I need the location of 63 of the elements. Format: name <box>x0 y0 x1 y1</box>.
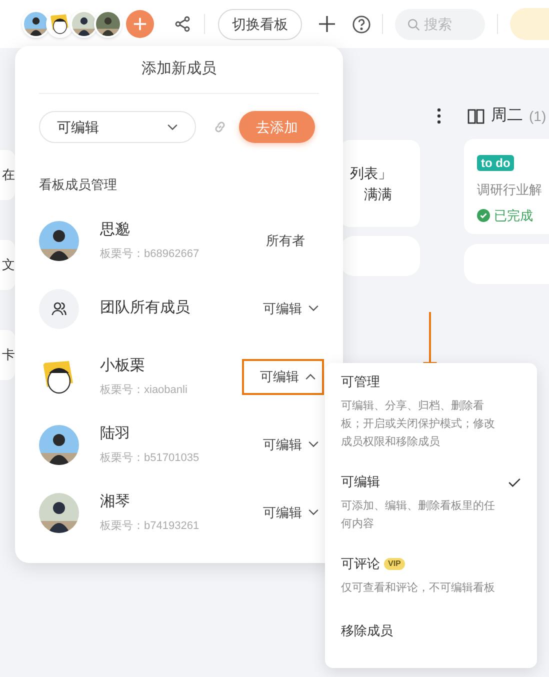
card-text: 文 <box>2 256 15 274</box>
chevron-down-icon <box>308 305 319 312</box>
card-text: 列表」 <box>350 164 392 182</box>
help-icon <box>352 14 371 34</box>
vip-badge: VIP <box>384 558 405 570</box>
card[interactable]: 列表」 满满 <box>340 140 420 227</box>
add-button[interactable] <box>318 15 336 33</box>
member-name: 思邈 <box>100 220 131 240</box>
card[interactable]: 在 <box>0 150 15 200</box>
popover-title: 添加新成员 <box>142 59 216 80</box>
role-text: 所有者 <box>266 232 305 250</box>
member-id: 板栗号：xiaobanli <box>100 383 188 398</box>
role-option[interactable]: 可评论 VIP 仅可查看和评论，不可编辑看板 <box>341 553 521 617</box>
card-text: 卡 <box>2 346 15 364</box>
chevron-down-icon <box>308 509 319 516</box>
add-member-button[interactable] <box>126 10 154 38</box>
option-description: 可编辑、分享、归档、删除看板；开启或关闭保护模式；修改成员权限和移除成员 <box>341 398 496 450</box>
plus-icon <box>318 15 336 33</box>
share-button[interactable] <box>174 15 192 33</box>
search-field[interactable]: 搜索 <box>394 8 485 40</box>
tag: to do <box>477 155 514 171</box>
option-label: 可管理 <box>341 373 380 392</box>
check-icon <box>508 478 521 486</box>
more-icon[interactable] <box>437 108 441 124</box>
status-text: 已完成 <box>494 206 533 224</box>
search-icon <box>406 18 420 30</box>
card[interactable]: to do 调研行业解 已完成 <box>464 139 549 234</box>
role-dropdown[interactable]: 可编辑 <box>263 494 319 530</box>
section-label: 看板成员管理 <box>39 176 118 194</box>
member-id: 板栗号：b68962667 <box>100 247 200 262</box>
role-dropdown[interactable]: 可编辑 <box>263 290 319 326</box>
card-text: 在 <box>2 166 15 184</box>
option-label: 可编辑 <box>341 473 380 492</box>
permission-select[interactable]: 可编辑 <box>39 111 196 143</box>
remove-member-button[interactable]: 移除成员 <box>341 617 521 645</box>
option-description: 可添加、编辑、删除看板里的任何内容 <box>341 499 496 532</box>
people-icon <box>50 300 68 318</box>
option-description: 仅可查看和评论，不可编辑看板 <box>341 581 496 596</box>
plus-icon <box>133 17 147 31</box>
card-text: 调研行业解 <box>477 181 543 199</box>
member-id: 板栗号：b51701035 <box>100 451 200 466</box>
role-dropdown[interactable]: 可编辑 <box>263 426 319 462</box>
member-name: 陆羽 <box>100 424 131 444</box>
chevron-down-icon <box>308 441 319 448</box>
chevron-down-icon <box>167 124 178 130</box>
card[interactable]: 卡 <box>0 330 15 380</box>
card-text: 满满 <box>364 184 392 204</box>
chevron-up-icon <box>305 373 316 380</box>
column-count: (1) <box>529 106 546 126</box>
role-dropdown[interactable]: 可编辑 <box>242 358 324 394</box>
help-button[interactable] <box>352 14 371 34</box>
member-name: 小板栗 <box>100 356 146 376</box>
member-id: 板栗号：b74193261 <box>100 519 200 534</box>
card[interactable]: 文 <box>0 240 15 290</box>
share-icon <box>174 15 192 33</box>
role-option[interactable]: 可管理 可编辑、分享、归档、删除看板；开启或关闭保护模式；修改成员权限和移除成员 <box>341 371 521 471</box>
check-circle-icon <box>477 208 490 222</box>
switch-board-button[interactable]: 切换看板 <box>218 8 302 40</box>
member-name: 团队所有成员 <box>100 298 191 318</box>
member-name: 湘琴 <box>100 492 131 512</box>
book-icon <box>467 108 485 124</box>
column-title: 周二 <box>491 106 523 126</box>
option-label: 可评论 <box>341 555 380 574</box>
